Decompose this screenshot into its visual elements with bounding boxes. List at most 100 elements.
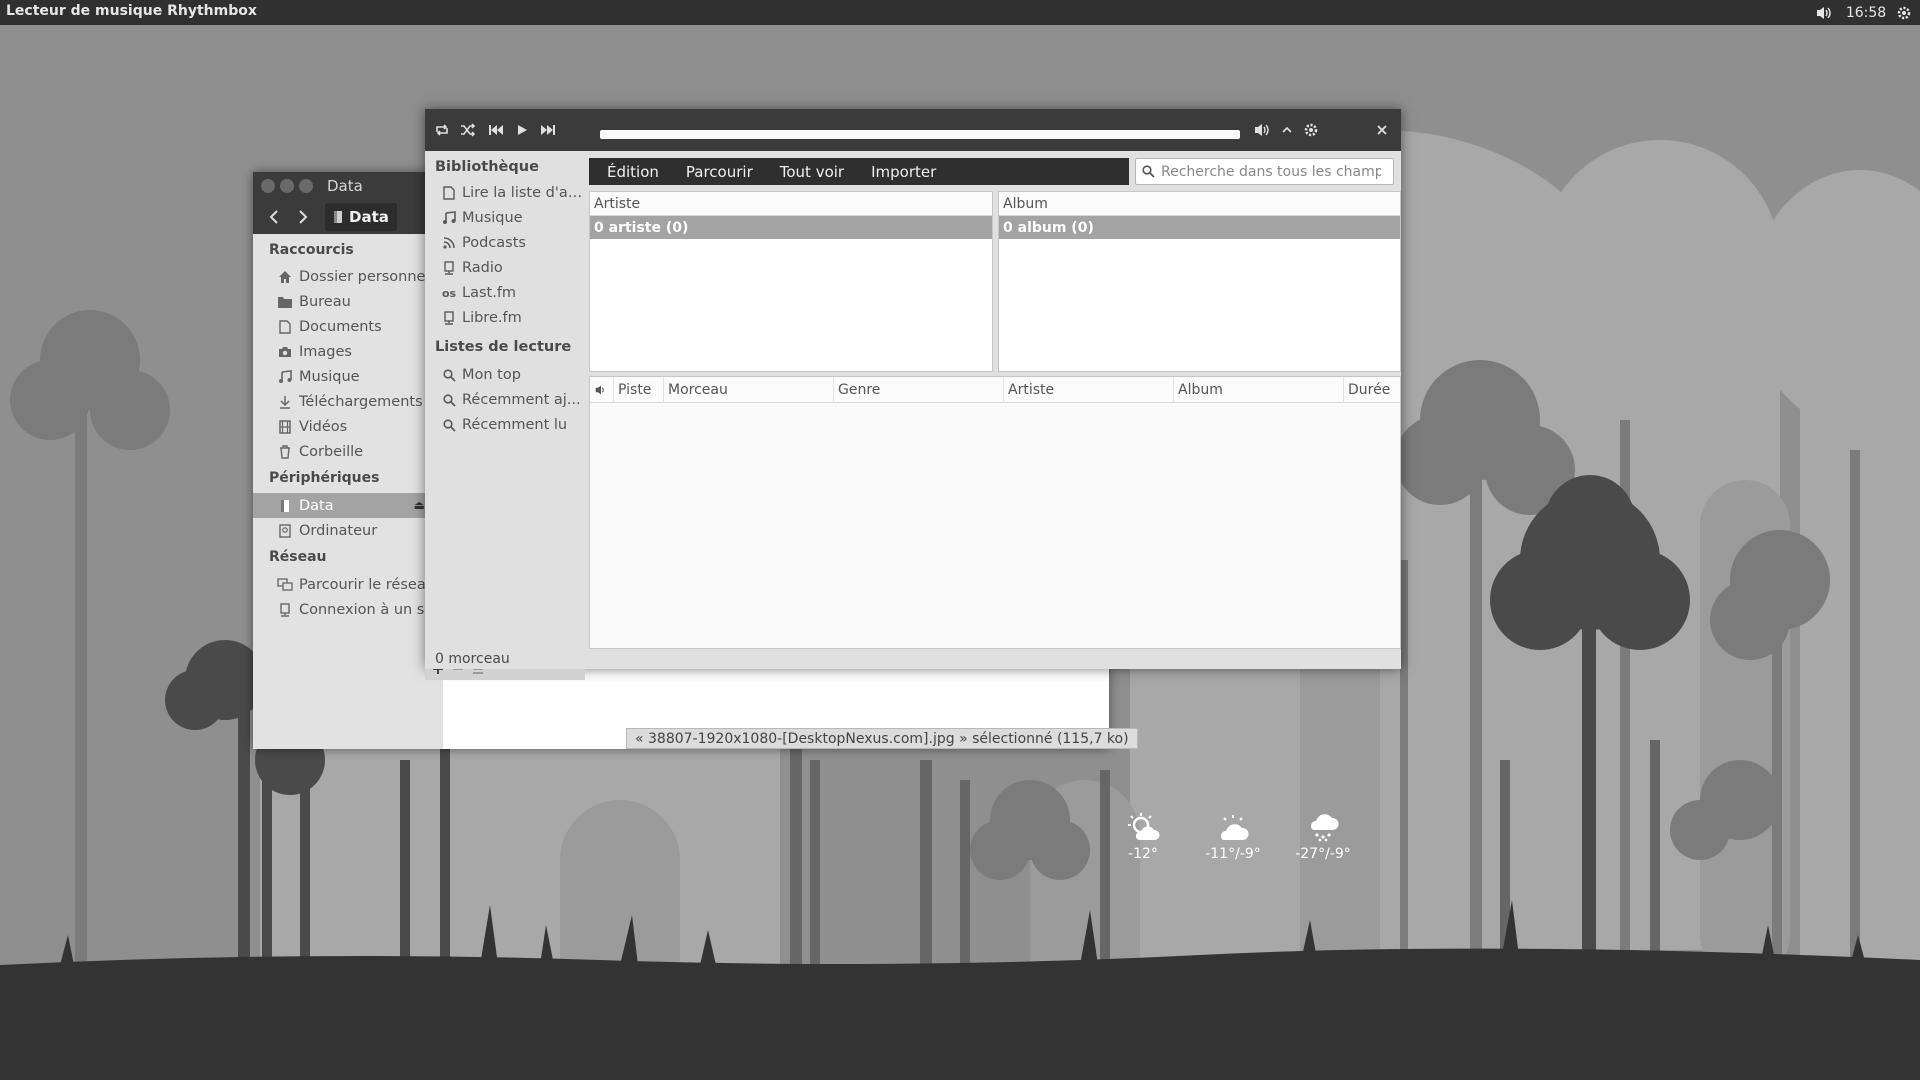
volume-button[interactable] bbox=[1251, 120, 1273, 140]
sidebar-item-label: Mon top bbox=[462, 367, 521, 383]
next-button[interactable] bbox=[537, 120, 559, 140]
chevron-up-icon bbox=[1282, 126, 1292, 133]
search-icon bbox=[441, 417, 457, 433]
sidebar-item-videos[interactable]: Vidéos bbox=[253, 414, 425, 439]
search-input[interactable] bbox=[1161, 163, 1381, 180]
search-icon bbox=[441, 367, 457, 383]
files-sidebar: Raccourcis Dossier personnel Bureau Docu… bbox=[253, 234, 425, 749]
repeat-button[interactable] bbox=[431, 120, 453, 140]
sidebar-item-label: Récemment lu bbox=[462, 417, 568, 433]
show-album-art-button[interactable] bbox=[1276, 120, 1298, 140]
col-title[interactable]: Morceau bbox=[664, 376, 834, 403]
sidebar-item-connect-server[interactable]: Connexion à un ser... bbox=[253, 597, 425, 622]
network-icon bbox=[277, 577, 293, 593]
sidebar-item-top[interactable]: Mon top bbox=[441, 363, 583, 387]
rhythmbox-status-bar: 0 morceau bbox=[425, 649, 1401, 669]
radio-icon bbox=[441, 260, 457, 276]
close-button[interactable] bbox=[1371, 120, 1393, 140]
clock[interactable]: 16:58 bbox=[1846, 0, 1886, 25]
weather-day-after[interactable]: -27°/-9° bbox=[1283, 812, 1363, 862]
playback-progress-slider[interactable] bbox=[600, 130, 1240, 139]
shuffle-icon bbox=[461, 123, 476, 137]
sidebar-item-home[interactable]: Dossier personnel bbox=[253, 264, 425, 289]
sidebar-item-play-queue[interactable]: Lire la liste d'at... bbox=[441, 181, 583, 205]
menu-browse[interactable]: Parcourir bbox=[676, 163, 763, 181]
sidebar-item-recently-played[interactable]: Récemment lu bbox=[441, 413, 583, 437]
sidebar-item-music[interactable]: Musique bbox=[253, 364, 425, 389]
album-row-all[interactable]: 0 album (0) bbox=[999, 216, 1400, 239]
sidebar-item-music[interactable]: Musique bbox=[441, 206, 583, 230]
menu-import[interactable]: Importer bbox=[861, 163, 946, 181]
eject-icon[interactable]: ⏏ bbox=[414, 498, 425, 512]
album-column-header[interactable]: Album bbox=[999, 192, 1400, 216]
col-track[interactable]: Piste bbox=[614, 376, 664, 403]
sidebar-item-desktop[interactable]: Bureau bbox=[253, 289, 425, 314]
sidebar-item-label: Musique bbox=[299, 368, 360, 385]
col-artist[interactable]: Artiste bbox=[1004, 376, 1174, 403]
weather-tomorrow[interactable]: -11°/-9° bbox=[1193, 812, 1273, 862]
weather-today[interactable]: -12° bbox=[1103, 812, 1183, 862]
sidebar-item-images[interactable]: Images bbox=[253, 339, 425, 364]
close-button[interactable] bbox=[261, 179, 275, 193]
artist-row-all[interactable]: 0 artiste (0) bbox=[590, 216, 992, 239]
previous-button[interactable] bbox=[485, 120, 507, 140]
artist-column-header[interactable]: Artiste bbox=[590, 192, 992, 216]
menu-view-all[interactable]: Tout voir bbox=[770, 163, 854, 181]
volume-icon[interactable] bbox=[1812, 0, 1836, 25]
previous-icon bbox=[489, 125, 503, 135]
rhythmbox-header-bar[interactable] bbox=[425, 109, 1401, 151]
music-icon bbox=[277, 369, 293, 385]
sidebar-item-label: Documents bbox=[299, 318, 382, 335]
gear-icon[interactable] bbox=[1892, 0, 1916, 25]
back-button[interactable] bbox=[261, 205, 287, 229]
app-menu-button[interactable] bbox=[1300, 120, 1322, 140]
maximize-button[interactable] bbox=[299, 179, 313, 193]
sidebar-item-librefm[interactable]: Libre.fm bbox=[441, 306, 583, 330]
play-icon bbox=[518, 125, 527, 135]
rhythmbox-window: Bibliothèque Lire la liste d'at... Musiq… bbox=[425, 109, 1401, 680]
sidebar-item-label: Parcourir le réseau bbox=[299, 576, 425, 593]
sidebar-item-label: Lire la liste d'at... bbox=[462, 185, 583, 201]
track-list[interactable]: Piste Morceau Genre Artiste Album Durée bbox=[589, 376, 1401, 649]
sidebar-item-label: Ordinateur bbox=[299, 522, 378, 539]
shuffle-button[interactable] bbox=[457, 120, 479, 140]
sidebar-item-label: Last.fm bbox=[462, 285, 517, 301]
sidebar-item-downloads[interactable]: Téléchargements bbox=[253, 389, 425, 414]
section-network: Réseau bbox=[269, 549, 327, 565]
col-playing[interactable] bbox=[590, 376, 614, 403]
forward-button[interactable] bbox=[290, 205, 316, 229]
search-box[interactable] bbox=[1135, 158, 1394, 185]
minimize-button[interactable] bbox=[280, 179, 294, 193]
sidebar-item-label: Téléchargements bbox=[299, 393, 423, 410]
rss-icon bbox=[441, 235, 457, 251]
sidebar-item-lastfm[interactable]: os Last.fm bbox=[441, 281, 583, 305]
sidebar-item-trash[interactable]: Corbeille bbox=[253, 439, 425, 464]
sidebar-item-data[interactable]: Data ⏏ bbox=[253, 493, 425, 518]
album-browser[interactable]: Album 0 album (0) bbox=[998, 191, 1401, 372]
snow-icon bbox=[1311, 814, 1339, 842]
play-button[interactable] bbox=[511, 120, 533, 140]
menu-edit[interactable]: Édition bbox=[597, 163, 669, 181]
col-duration[interactable]: Durée bbox=[1344, 377, 1400, 403]
sidebar-item-label: Bureau bbox=[299, 293, 351, 310]
document-icon bbox=[277, 319, 293, 335]
col-genre[interactable]: Genre bbox=[834, 376, 1004, 403]
artist-browser[interactable]: Artiste 0 artiste (0) bbox=[589, 191, 993, 372]
sidebar-item-computer[interactable]: Ordinateur bbox=[253, 518, 425, 543]
sidebar-item-radio[interactable]: Radio bbox=[441, 256, 583, 280]
document-icon bbox=[441, 185, 457, 201]
sidebar-item-documents[interactable]: Documents bbox=[253, 314, 425, 339]
sidebar-item-label: Corbeille bbox=[299, 443, 364, 460]
path-bar-button[interactable]: Data bbox=[325, 203, 397, 231]
rhythmbox-menubar: Édition Parcourir Tout voir Importer bbox=[589, 158, 1129, 185]
drive-icon bbox=[334, 211, 342, 223]
col-album[interactable]: Album bbox=[1174, 376, 1344, 403]
sidebar-item-podcasts[interactable]: Podcasts bbox=[441, 231, 583, 255]
sidebar-item-recently-added[interactable]: Récemment aj... bbox=[441, 388, 583, 412]
sidebar-item-browse-network[interactable]: Parcourir le réseau bbox=[253, 572, 425, 597]
sidebar-item-label: Images bbox=[299, 343, 352, 360]
camera-icon bbox=[277, 344, 293, 360]
computer-icon bbox=[277, 523, 293, 539]
weather-temp: -27°/-9° bbox=[1295, 846, 1351, 862]
sidebar-item-label: Musique bbox=[462, 210, 523, 226]
